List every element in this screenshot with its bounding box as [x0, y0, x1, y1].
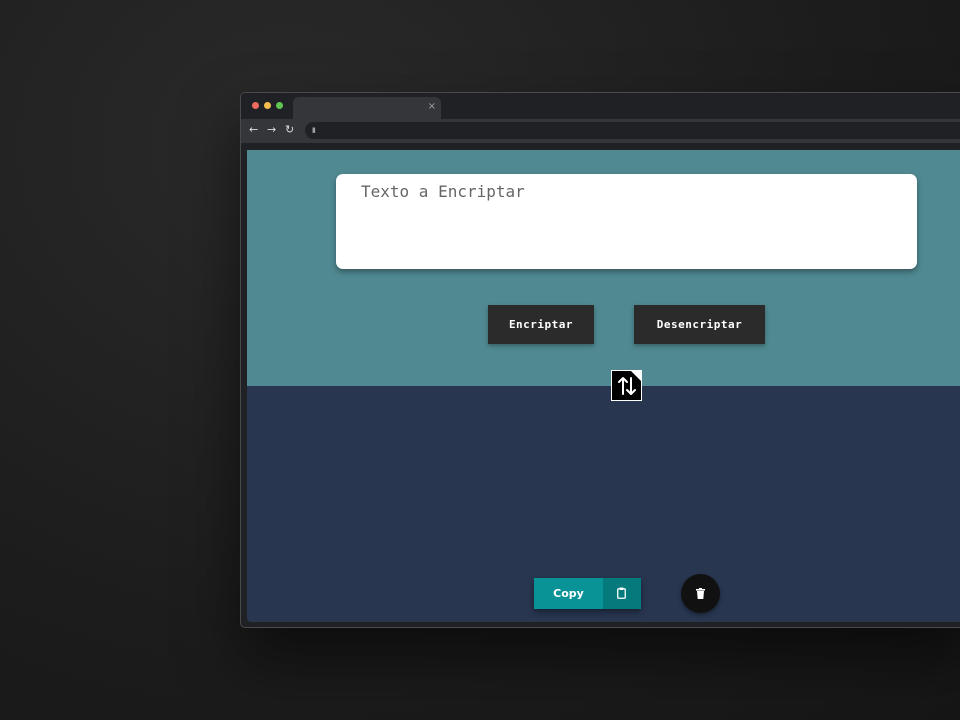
tab-bar: ×	[241, 93, 960, 119]
clipboard-button[interactable]	[603, 578, 641, 609]
input-panel: Encriptar Desencriptar	[247, 150, 960, 386]
page-viewport: Encriptar Desencriptar Copy	[247, 150, 960, 622]
text-input[interactable]	[336, 174, 917, 269]
browser-window: × ← → ↻ ▮ ⇪ Encriptar Desencriptar	[240, 92, 960, 628]
address-bar[interactable]: ▮ ⇪	[305, 122, 960, 139]
back-arrow-icon[interactable]: ←	[249, 123, 258, 137]
browser-tab[interactable]: ×	[293, 97, 441, 119]
lock-icon: ▮	[312, 126, 316, 134]
copy-button-group: Copy	[534, 578, 641, 609]
copy-button[interactable]: Copy	[534, 578, 603, 609]
swap-vertical-icon	[618, 377, 636, 395]
trash-icon	[696, 588, 705, 599]
browser-toolbar: ← → ↻ ▮ ⇪	[241, 119, 960, 143]
tab-close-icon[interactable]: ×	[428, 100, 436, 114]
clipboard-icon	[617, 587, 626, 599]
minimize-window-button[interactable]	[264, 102, 271, 109]
clear-button[interactable]	[681, 574, 720, 613]
decrypt-button[interactable]: Desencriptar	[634, 305, 765, 344]
close-window-button[interactable]	[252, 102, 259, 109]
reload-icon[interactable]: ↻	[285, 123, 294, 137]
swap-button[interactable]	[611, 370, 642, 401]
encrypt-button[interactable]: Encriptar	[488, 305, 594, 344]
maximize-window-button[interactable]	[276, 102, 283, 109]
forward-arrow-icon[interactable]: →	[267, 123, 276, 137]
